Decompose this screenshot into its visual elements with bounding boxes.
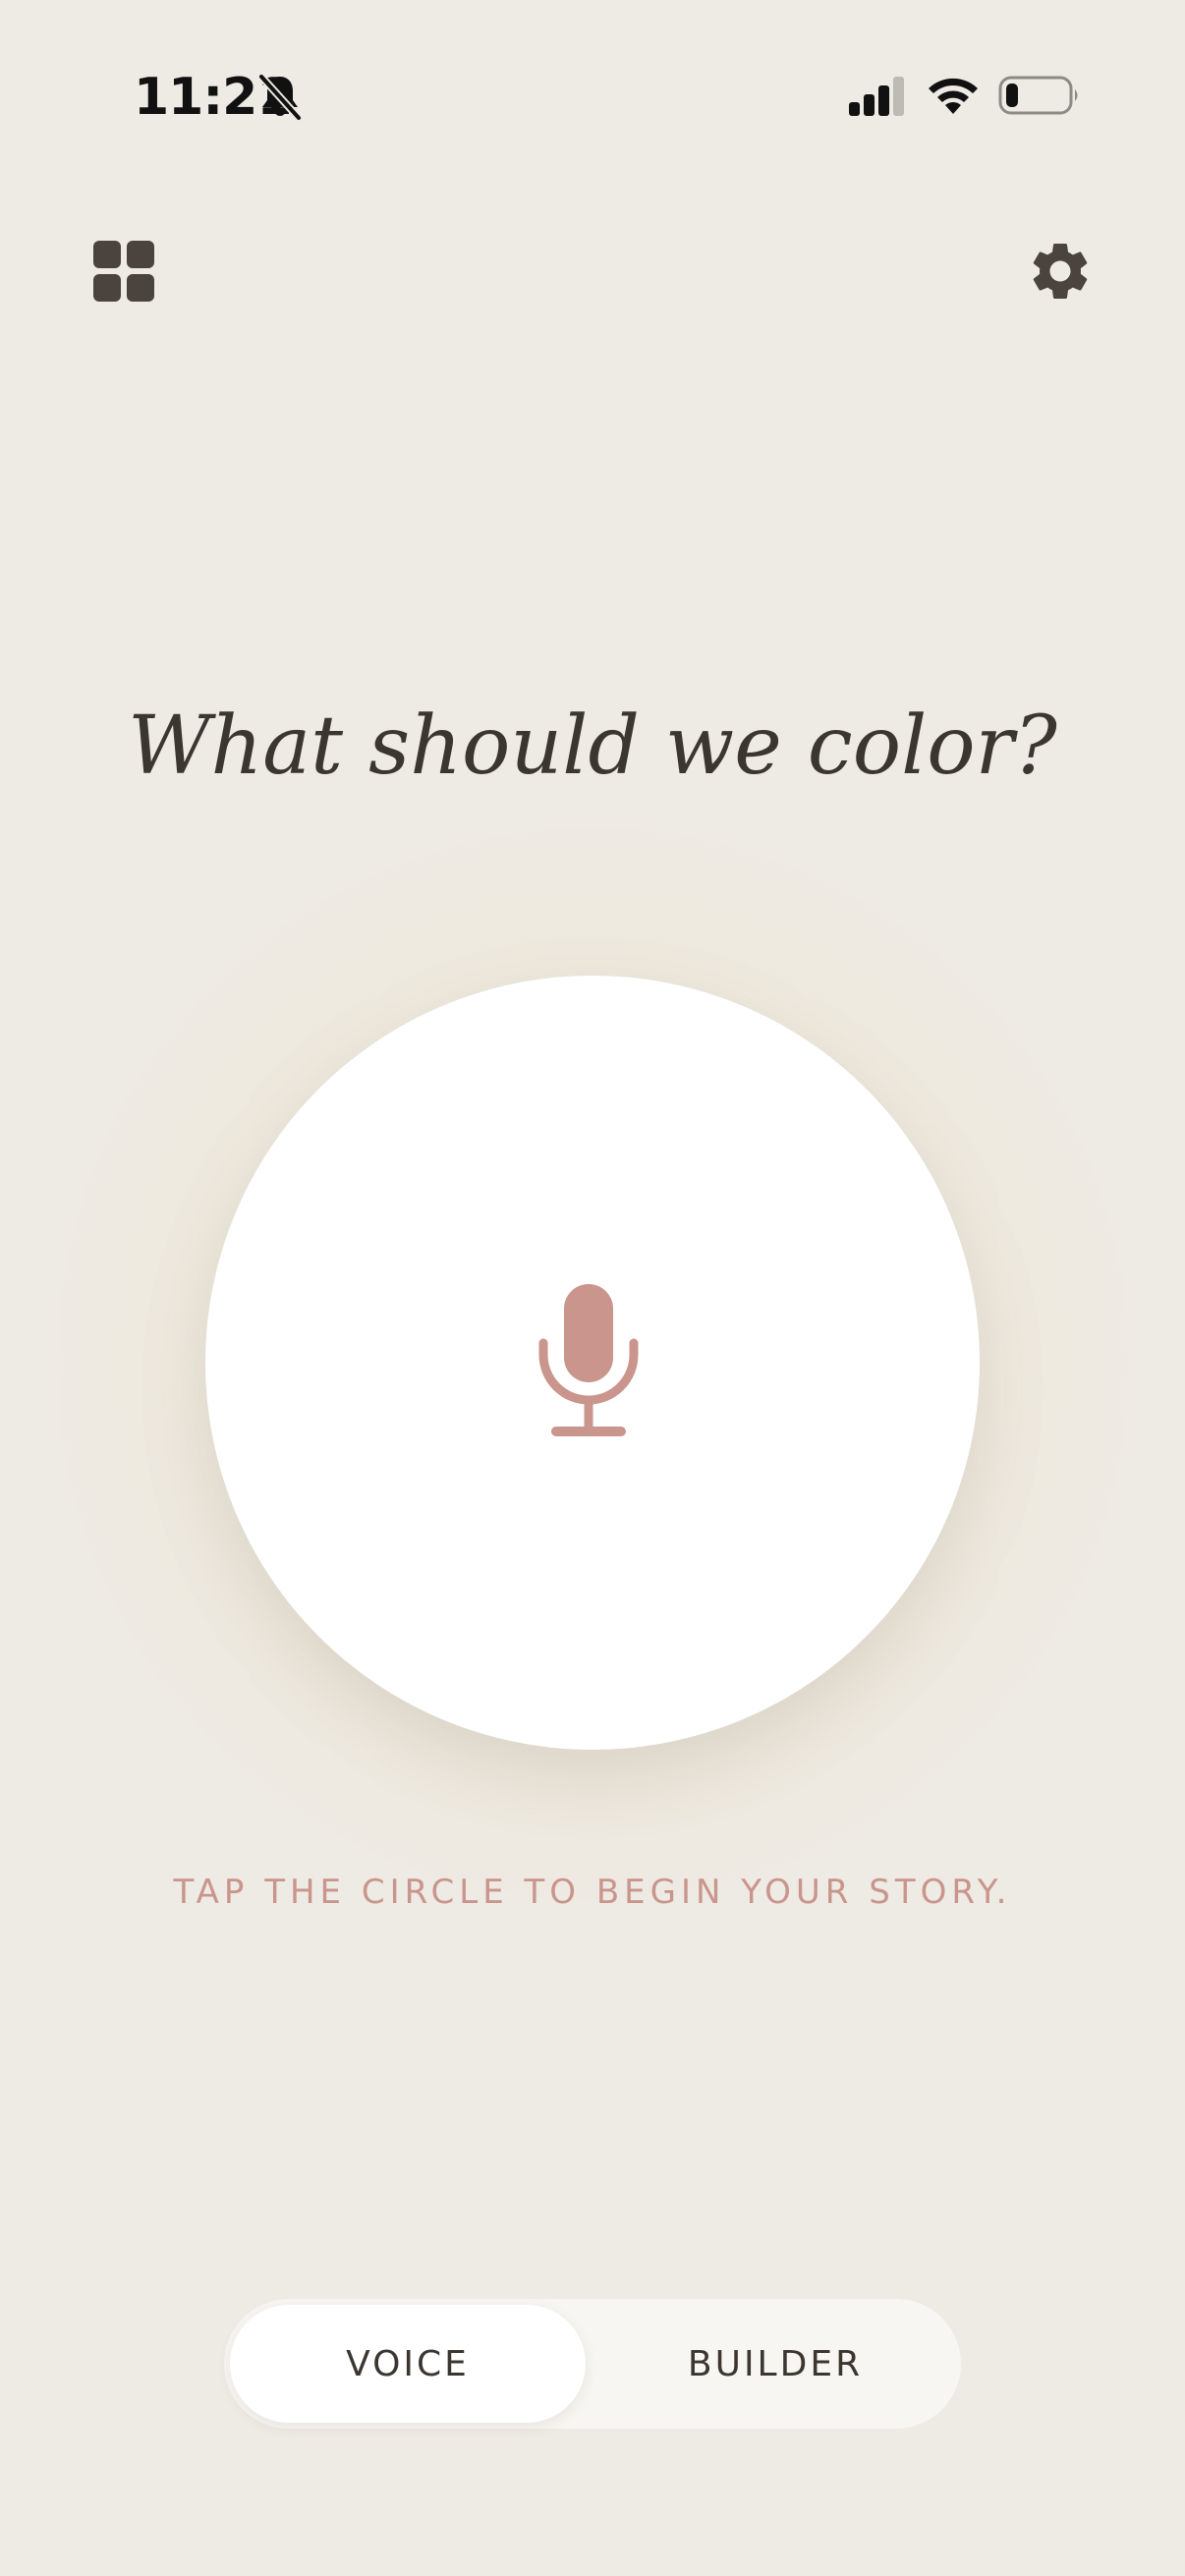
wifi-icon (929, 78, 978, 114)
record-button[interactable] (205, 976, 980, 1750)
tab-builder[interactable]: BUILDER (597, 2305, 953, 2423)
cellular-signal-icon (849, 77, 904, 116)
grid-icon (93, 241, 154, 302)
battery-icon (998, 76, 1078, 115)
hint-text: TAP THE CIRCLE TO BEGIN YOUR STORY. (173, 1873, 1012, 1912)
tab-voice[interactable]: VOICE (230, 2305, 586, 2423)
bell-slash-icon (258, 74, 302, 121)
microphone-icon (538, 1284, 639, 1436)
page-title: What should we color? (128, 700, 1057, 793)
mode-toggle: VOICE BUILDER (224, 2299, 961, 2429)
gallery-grid-button[interactable] (85, 232, 163, 310)
settings-button[interactable] (1016, 232, 1104, 310)
gear-icon (1033, 243, 1088, 299)
app-screen: 11:21 What should we color? TAP THE CIRC… (0, 0, 1185, 2576)
